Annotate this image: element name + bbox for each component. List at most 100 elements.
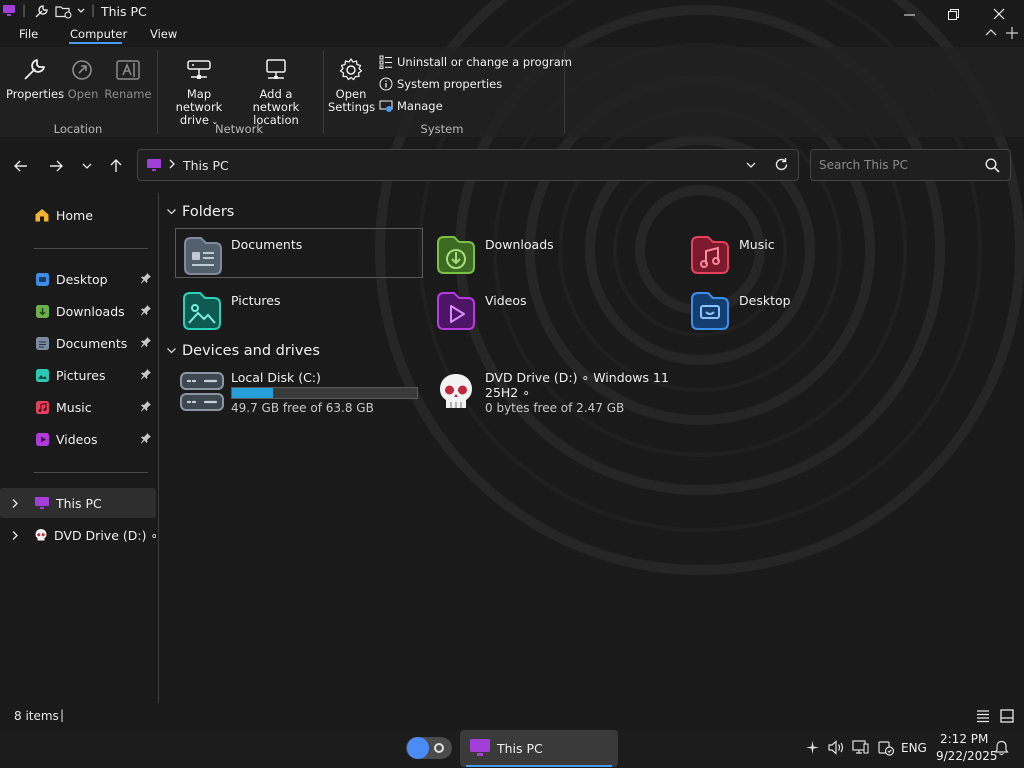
forward-button[interactable] bbox=[43, 153, 69, 179]
sidebar-item-downloads[interactable]: Downloads bbox=[0, 296, 156, 326]
collapse-chevron-icon[interactable] bbox=[166, 208, 177, 216]
pin-icon[interactable] bbox=[140, 432, 152, 444]
sidebar-item-this-pc[interactable]: This PC bbox=[0, 488, 156, 518]
collapse-ribbon-chevron-icon[interactable] bbox=[985, 28, 997, 38]
new-tab-plus-icon[interactable] bbox=[1006, 27, 1018, 39]
address-bar[interactable]: This PC bbox=[137, 149, 799, 181]
wrench-icon bbox=[20, 56, 48, 84]
sidebar-separator bbox=[34, 248, 148, 249]
drive-local-disk[interactable]: Local Disk (C:) 49.7 GB free of 63.8 GB bbox=[175, 366, 425, 418]
network-icon[interactable] bbox=[852, 739, 869, 756]
pictures-folder-icon bbox=[34, 367, 50, 383]
sparkle-icon[interactable] bbox=[806, 741, 819, 754]
close-button[interactable] bbox=[976, 0, 1022, 28]
folder-videos[interactable]: Videos bbox=[429, 284, 677, 334]
window-title: This PC bbox=[101, 4, 147, 19]
address-history-chevron-icon[interactable] bbox=[745, 160, 757, 170]
new-folder-quick-icon[interactable] bbox=[55, 4, 72, 19]
open-settings-label-2: Settings bbox=[328, 100, 376, 114]
rename-button[interactable]: Rename bbox=[104, 56, 152, 101]
add-network-location-label-1: Add a network bbox=[252, 87, 300, 114]
manage-button[interactable]: Manage bbox=[378, 98, 443, 114]
pin-icon[interactable] bbox=[140, 336, 152, 348]
drive-name: Local Disk (C:) bbox=[231, 370, 321, 385]
videos-folder-icon bbox=[434, 289, 478, 333]
widget-toggle[interactable] bbox=[406, 737, 452, 759]
folder-documents[interactable]: Documents bbox=[175, 228, 423, 278]
ribbon-group-network: Network bbox=[214, 122, 264, 136]
network-location-icon bbox=[262, 56, 290, 84]
music-folder-icon bbox=[688, 233, 732, 277]
map-network-drive-button[interactable]: Map network drive ⌄ bbox=[162, 56, 236, 128]
sidebar-item-pictures[interactable]: Pictures bbox=[0, 360, 156, 390]
disk-usage-fill bbox=[232, 388, 273, 398]
folder-name: Downloads bbox=[485, 237, 554, 252]
documents-folder-icon bbox=[181, 234, 225, 278]
properties-button[interactable]: Properties bbox=[6, 56, 64, 101]
devices-section-header[interactable]: Devices and drives bbox=[166, 343, 320, 359]
folder-pictures[interactable]: Pictures bbox=[175, 284, 423, 334]
rename-label: Rename bbox=[104, 87, 152, 101]
up-button[interactable] bbox=[103, 153, 129, 179]
sidebar-item-videos[interactable]: Videos bbox=[0, 424, 156, 454]
sidebar-item-label: Home bbox=[56, 207, 93, 223]
downloads-folder-icon bbox=[434, 233, 478, 277]
search-icon[interactable] bbox=[985, 158, 1000, 173]
sidebar-item-music[interactable]: Music bbox=[0, 392, 156, 422]
map-network-drive-label-1: Map network bbox=[175, 87, 223, 114]
security-icon[interactable] bbox=[878, 739, 894, 756]
sidebar-item-home[interactable]: Home bbox=[0, 200, 156, 230]
clock-date[interactable]: 9/22/2025 bbox=[936, 749, 998, 763]
sidebar-item-dvd-drive[interactable]: DVD Drive (D:) ∘ W bbox=[0, 520, 156, 550]
desktop-folder-icon bbox=[688, 289, 732, 333]
tab-file[interactable]: File bbox=[19, 27, 38, 41]
breadcrumb-chevron-icon[interactable] bbox=[168, 158, 176, 170]
tiles-view-icon[interactable] bbox=[1000, 709, 1014, 723]
properties-quick-icon[interactable] bbox=[33, 4, 49, 20]
folder-downloads[interactable]: Downloads bbox=[429, 228, 677, 278]
pane-divider[interactable] bbox=[158, 193, 159, 703]
folder-music[interactable]: Music bbox=[683, 228, 931, 278]
folder-desktop[interactable]: Desktop bbox=[683, 284, 931, 334]
drive-dvd[interactable]: DVD Drive (D:) ∘ Windows 11 25H2 ∘ 0 byt… bbox=[429, 366, 679, 418]
back-button[interactable] bbox=[8, 153, 34, 179]
collapse-chevron-icon[interactable] bbox=[166, 347, 177, 355]
folders-section-header[interactable]: Folders bbox=[166, 204, 234, 220]
open-button[interactable]: Open bbox=[64, 56, 102, 101]
ribbon-separator bbox=[157, 50, 158, 134]
active-app-indicator bbox=[466, 765, 612, 767]
notification-bell-icon[interactable] bbox=[994, 740, 1009, 756]
open-settings-button[interactable]: Open Settings bbox=[328, 56, 376, 114]
ribbon-group-location: Location bbox=[53, 122, 103, 136]
tab-view[interactable]: View bbox=[150, 27, 177, 41]
input-language[interactable]: ENG bbox=[901, 741, 927, 755]
sidebar-item-documents[interactable]: Documents bbox=[0, 328, 156, 358]
pin-icon[interactable] bbox=[140, 272, 152, 284]
pin-icon[interactable] bbox=[140, 368, 152, 380]
uninstall-program-button[interactable]: Uninstall or change a program bbox=[378, 54, 572, 70]
details-view-icon[interactable] bbox=[976, 709, 990, 723]
recent-locations-chevron-icon[interactable] bbox=[74, 153, 100, 179]
system-properties-button[interactable]: System properties bbox=[378, 76, 502, 92]
taskbar-app-this-pc[interactable]: This PC bbox=[460, 730, 618, 767]
pin-icon[interactable] bbox=[140, 304, 152, 316]
sidebar-item-label: This PC bbox=[56, 495, 102, 511]
refresh-icon[interactable] bbox=[774, 157, 789, 172]
customize-quick-access-chevron-icon[interactable] bbox=[76, 6, 86, 16]
expand-chevron-icon[interactable] bbox=[11, 498, 19, 509]
sidebar-separator-2 bbox=[34, 472, 148, 473]
search-input[interactable]: Search This PC bbox=[810, 149, 1011, 181]
this-pc-app-icon bbox=[2, 4, 16, 18]
clock-time[interactable]: 2:12 PM bbox=[940, 732, 988, 746]
uninstall-program-label: Uninstall or change a program bbox=[397, 55, 572, 69]
pin-icon[interactable] bbox=[140, 400, 152, 412]
maximize-button[interactable] bbox=[930, 0, 976, 28]
tab-computer[interactable]: Computer bbox=[70, 27, 127, 41]
sidebar-item-desktop[interactable]: Desktop bbox=[0, 264, 156, 294]
expand-chevron-icon[interactable] bbox=[11, 530, 19, 541]
add-network-location-button[interactable]: Add a network location bbox=[236, 56, 316, 127]
sidebar-item-label: Videos bbox=[56, 431, 98, 447]
breadcrumb-this-pc[interactable]: This PC bbox=[183, 158, 229, 173]
volume-icon[interactable] bbox=[828, 740, 845, 755]
minimize-button[interactable] bbox=[886, 0, 932, 28]
